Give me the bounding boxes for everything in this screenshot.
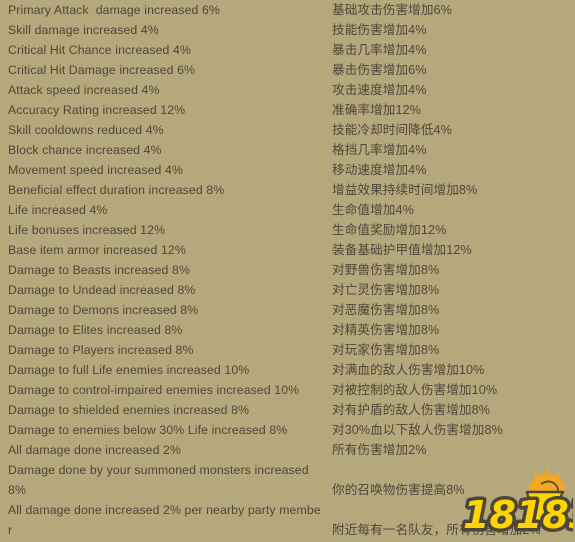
stat-label-zh: 所有伤害增加2%	[332, 443, 427, 457]
stat-row: Damage to shielded enemies increased 8% 对…	[0, 400, 575, 420]
stat-label-en: Damage to full Life enemies increased 10…	[8, 363, 250, 377]
stat-row: Damage to enemies below 30% Life increas…	[0, 420, 575, 440]
stat-label-en: Damage done by your summoned monsters in…	[8, 463, 309, 497]
stat-row: Block chance increased 4% 格挡几率增加4%	[0, 140, 575, 160]
stat-row: Damage to Undead increased 8% 对亡灵伤害增加8%	[0, 280, 575, 300]
stat-row: Base item armor increased 12% 装备基础护甲值增加12…	[0, 240, 575, 260]
stat-label-zh: 暴击伤害增加6%	[332, 63, 427, 77]
stat-row: Attack speed increased 4% 攻击速度增加4%	[0, 80, 575, 100]
stat-label-zh: 基础攻击伤害增加6%	[332, 3, 452, 17]
stat-label-zh: 附近每有一名队友，所有伤害增加2%	[332, 523, 541, 537]
stat-row: Damage to Elites increased 8% 对精英伤害增加8%	[0, 320, 575, 340]
stat-label-en: All damage done increased 2%	[8, 443, 182, 457]
stat-label-zh: 对恶魔伤害增加8%	[332, 303, 440, 317]
stat-label-en: Damage to Elites increased 8%	[8, 323, 183, 337]
stat-label-zh: 对满血的敌人伤害增加10%	[332, 363, 485, 377]
stat-label-en: Beneficial effect duration increased 8%	[8, 183, 225, 197]
stat-label-en: Damage to Demons increased 8%	[8, 303, 199, 317]
stat-label-en: Damage to Players increased 8%	[8, 343, 194, 357]
stat-row: Damage to Players increased 8% 对玩家伤害增加8%	[0, 340, 575, 360]
stat-label-zh: 装备基础护甲值增加12%	[332, 243, 472, 257]
stat-row: Critical Hit Chance increased 4% 暴击几率增加4%	[0, 40, 575, 60]
stat-row: Skill damage increased 4% 技能伤害增加4%	[0, 20, 575, 40]
stat-label-zh: 攻击速度增加4%	[332, 83, 427, 97]
stat-label-zh: 对被控制的敌人伤害增加10%	[332, 383, 498, 397]
stat-label-en: Critical Hit Chance increased 4%	[8, 43, 191, 57]
stat-bonus-table: Primary Attack damage increased 6% 基础攻击伤害…	[0, 0, 575, 542]
stat-label-zh: 准确率增加12%	[332, 103, 421, 117]
stat-row: Beneficial effect duration increased 8% 增…	[0, 180, 575, 200]
stat-row: Primary Attack damage increased 6% 基础攻击伤害…	[0, 0, 575, 20]
stat-label-zh: 技能冷却时间降低4%	[332, 123, 452, 137]
stat-row: Skill cooldowns reduced 4% 技能冷却时间降低4%	[0, 120, 575, 140]
stat-row: Damage to Beasts increased 8% 对野兽伤害增加8%	[0, 260, 575, 280]
stat-label-en: Damage to Beasts increased 8%	[8, 263, 190, 277]
stat-row: Critical Hit Damage increased 6% 暴击伤害增加6%	[0, 60, 575, 80]
stat-label-en: Block chance increased 4%	[8, 143, 162, 157]
stat-label-en: Skill cooldowns reduced 4%	[8, 123, 164, 137]
stat-label-zh: 格挡几率增加4%	[332, 143, 427, 157]
stat-label-zh: 你的召唤物伤害提高8%	[332, 483, 465, 497]
stat-row: Damage to full Life enemies increased 10…	[0, 360, 575, 380]
stat-label-en: Primary Attack damage increased 6%	[8, 3, 220, 17]
stat-label-zh: 对野兽伤害增加8%	[332, 263, 440, 277]
stat-label-en: Base item armor increased 12%	[8, 243, 186, 257]
stat-label-zh: 对30%血以下敌人伤害增加8%	[332, 423, 503, 437]
stat-label-zh: 增益效果持续时间增加8%	[332, 183, 478, 197]
stat-row: Life bonuses increased 12% 生命值奖励增加12%	[0, 220, 575, 240]
stat-label-en: Accuracy Rating increased 12%	[8, 103, 186, 117]
stat-label-zh: 对亡灵伤害增加8%	[332, 283, 440, 297]
stat-label-zh: 对有护盾的敌人伤害增加8%	[332, 403, 491, 417]
stat-label-zh: 对精英伤害增加8%	[332, 323, 440, 337]
stat-label-en: Movement speed increased 4%	[8, 163, 183, 177]
stat-label-en: Attack speed increased 4%	[8, 83, 160, 97]
stat-row: Accuracy Rating increased 12% 准确率增加12%	[0, 100, 575, 120]
stat-label-en: Damage to enemies below 30% Life increas…	[8, 423, 288, 437]
stat-row: Movement speed increased 4% 移动速度增加4%	[0, 160, 575, 180]
stat-label-en: Skill damage increased 4%	[8, 23, 159, 37]
stat-row: Damage done by your summoned monsters in…	[0, 460, 575, 500]
stat-row: Life increased 4% 生命值增加4%	[0, 200, 575, 220]
stat-row: All damage done increased 2% 所有伤害增加2%	[0, 440, 575, 460]
stat-label-zh: 技能伤害增加4%	[332, 23, 427, 37]
stat-label-en: Life bonuses increased 12%	[8, 223, 166, 237]
stat-label-en: Life increased 4%	[8, 203, 108, 217]
stat-row: Damage to control-impaired enemies incre…	[0, 380, 575, 400]
stat-label-en: Damage to Undead increased 8%	[8, 283, 196, 297]
stat-label-en: Critical Hit Damage increased 6%	[8, 63, 196, 77]
stat-label-zh: 暴击几率增加4%	[332, 43, 427, 57]
stat-label-en: Damage to shielded enemies increased 8%	[8, 403, 250, 417]
stat-label-en: Damage to control-impaired enemies incre…	[8, 383, 300, 397]
stat-label-zh: 移动速度增加4%	[332, 163, 427, 177]
stat-row: Damage to Demons increased 8% 对恶魔伤害增加8%	[0, 300, 575, 320]
stat-label-zh: 生命值奖励增加12%	[332, 223, 447, 237]
stat-label-en: All damage done increased 2% per nearby …	[8, 503, 321, 537]
stat-label-zh: 生命值增加4%	[332, 203, 414, 217]
stat-label-zh: 对玩家伤害增加8%	[332, 343, 440, 357]
stat-row: All damage done increased 2% per nearby …	[0, 500, 575, 540]
